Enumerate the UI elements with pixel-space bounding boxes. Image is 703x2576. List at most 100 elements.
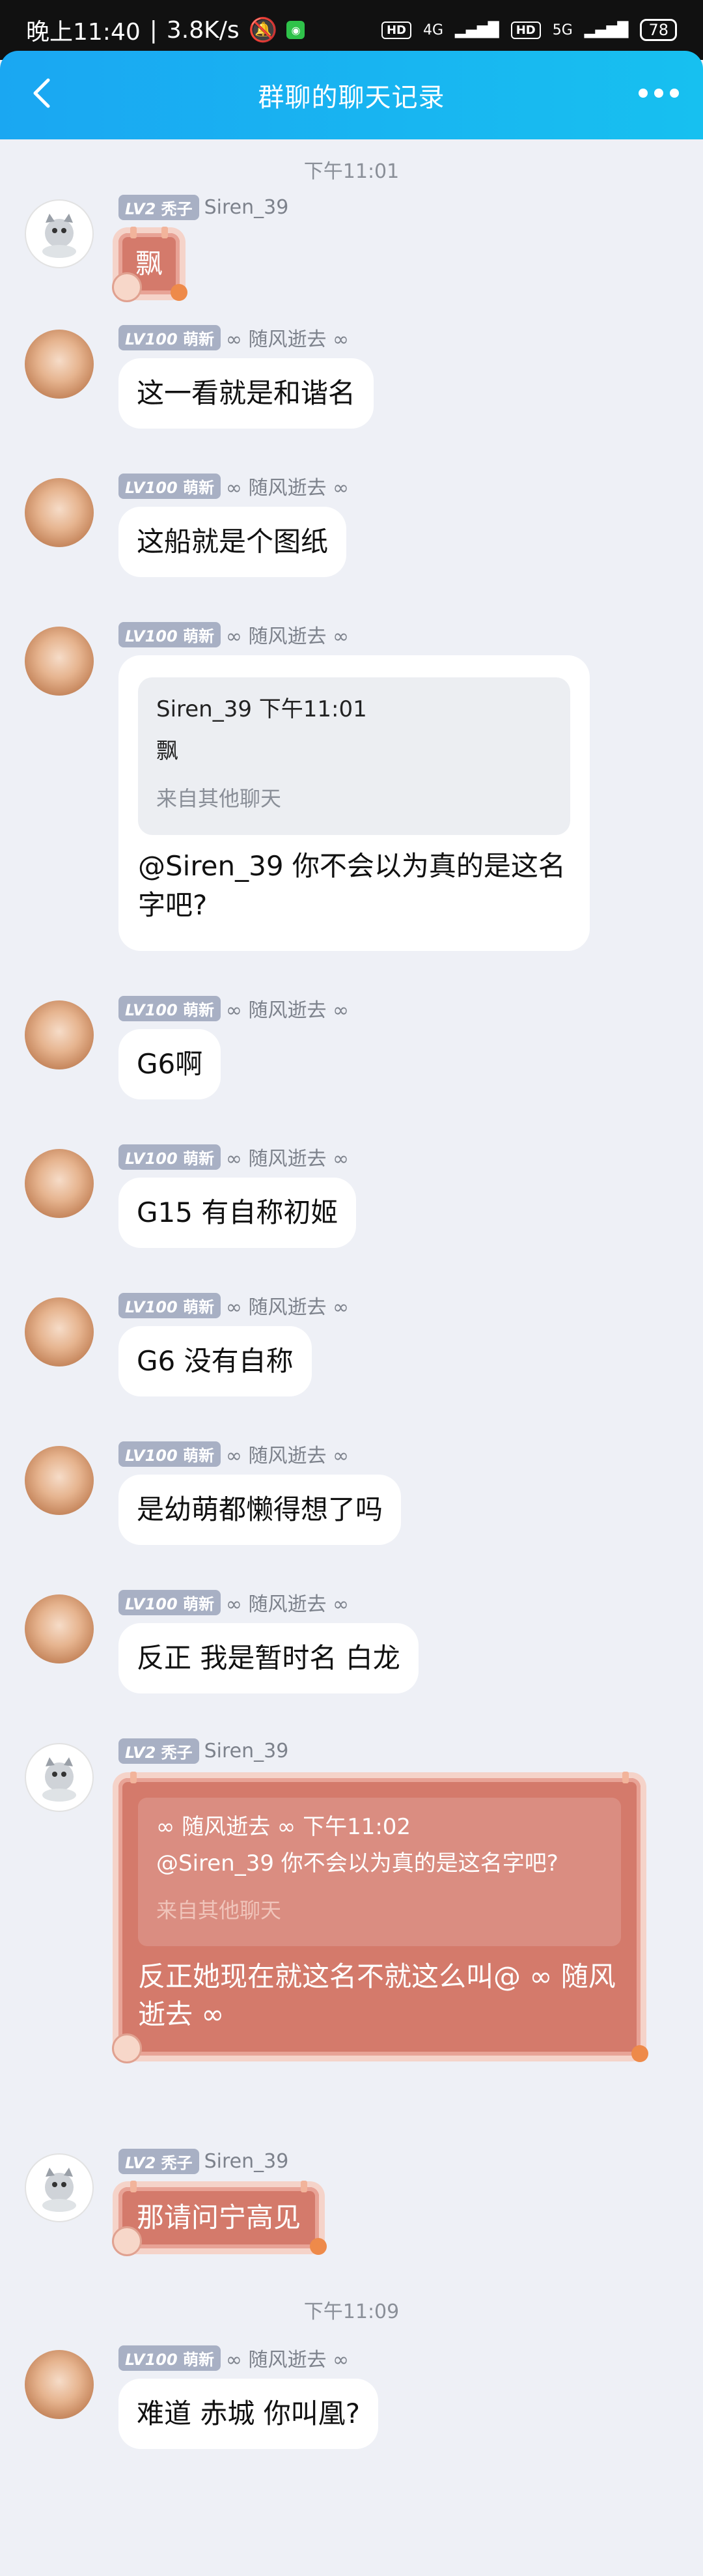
message-bubble[interactable]: 飘 bbox=[112, 227, 188, 302]
message-meta: LV2 秃子 Siren_39 bbox=[118, 2148, 651, 2174]
avatar[interactable] bbox=[25, 1149, 94, 1218]
message-bubble[interactable]: G15 有自称初姬 bbox=[118, 1178, 357, 1248]
level-badge: LV100 萌新 bbox=[118, 1144, 221, 1170]
nickname: ∞ 随风逝去 ∞ bbox=[226, 328, 350, 351]
mute-icon: 🔕 bbox=[248, 17, 278, 44]
message-meta: LV2 秃子 Siren_39 bbox=[118, 194, 651, 220]
message: LV100 萌新 ∞ 随风逝去 ∞ 难道 赤城 你叫凰? bbox=[0, 2345, 703, 2493]
message: LV100 萌新 ∞ 随风逝去 ∞ Siren_39 下午11:01 飘 来自其… bbox=[0, 621, 703, 995]
message-meta: LV100 萌新 ∞ 随风逝去 ∞ bbox=[118, 1441, 651, 1467]
page-title: 群聊的聊天记录 bbox=[258, 83, 445, 113]
message: LV2 秃子 Siren_39 那请问宁高见 bbox=[0, 2148, 703, 2293]
quote-text: @Siren_39 你不会以为真的是这名字吧? bbox=[156, 1850, 558, 1876]
level-badge: LV100 萌新 bbox=[118, 473, 221, 499]
avatar[interactable] bbox=[25, 1594, 94, 1663]
time-separator: 下午11:09 bbox=[303, 2300, 400, 2323]
quote-header: Siren_39 下午11:01 bbox=[156, 696, 367, 722]
nickname: ∞ 随风逝去 ∞ bbox=[226, 1148, 350, 1170]
level-badge: LV100 萌新 bbox=[118, 1292, 221, 1318]
avatar[interactable] bbox=[25, 627, 94, 696]
message-meta: LV100 萌新 ∞ 随风逝去 ∞ bbox=[118, 621, 651, 648]
wechat-icon: ◉ bbox=[286, 21, 305, 39]
message-text: @Siren_39 你不会以为真的是这名字吧? bbox=[138, 850, 566, 921]
level-badge: LV100 萌新 bbox=[118, 1441, 221, 1467]
level-badge: LV2 秃子 bbox=[118, 1738, 199, 1764]
nickname: Siren_39 bbox=[204, 1739, 289, 1762]
cat-avatar bbox=[42, 2168, 76, 2212]
nickname: ∞ 随风逝去 ∞ bbox=[226, 1593, 350, 1616]
message-bubble[interactable]: 这船就是个图纸 bbox=[118, 507, 347, 577]
message-bubble[interactable]: G6 没有自称 bbox=[118, 1326, 312, 1396]
message-meta: LV100 萌新 ∞ 随风逝去 ∞ bbox=[118, 1292, 651, 1319]
message-bubble[interactable]: Siren_39 下午11:01 飘 来自其他聊天 @Siren_39 你不会以… bbox=[118, 655, 590, 951]
avatar[interactable] bbox=[25, 1743, 94, 1812]
message-meta: LV100 萌新 ∞ 随风逝去 ∞ bbox=[118, 473, 651, 500]
message-meta: LV100 萌新 ∞ 随风逝去 ∞ bbox=[118, 2345, 651, 2371]
level-badge: LV2 秃子 bbox=[118, 194, 199, 220]
message-meta: LV100 萌新 ∞ 随风逝去 ∞ bbox=[118, 324, 651, 351]
level-badge: LV100 萌新 bbox=[118, 1589, 221, 1615]
message-meta: LV100 萌新 ∞ 随风逝去 ∞ bbox=[118, 1144, 651, 1170]
message-bubble[interactable]: 难道 赤城 你叫凰? bbox=[118, 2379, 378, 2449]
more-button[interactable] bbox=[633, 77, 685, 109]
back-button[interactable] bbox=[22, 70, 61, 116]
message-bubble[interactable]: 这一看就是和谐名 bbox=[118, 358, 374, 429]
chat-history[interactable]: 下午11:01 LV2 秃子 Siren_39 飘 LV100 萌新 ∞ 随风逝… bbox=[0, 150, 703, 2493]
message: LV100 萌新 ∞ 随风逝去 ∞ 这船就是个图纸 bbox=[0, 473, 703, 621]
message: LV100 萌新 ∞ 随风逝去 ∞ G15 有自称初姬 bbox=[0, 1144, 703, 1292]
quoted-message[interactable]: Siren_39 下午11:01 飘 来自其他聊天 bbox=[138, 677, 570, 835]
signal-icon-1: ▂▄▆█ bbox=[455, 21, 499, 38]
battery-icon: 78 bbox=[640, 19, 677, 41]
avatar[interactable] bbox=[25, 1446, 94, 1515]
avatar[interactable] bbox=[25, 330, 94, 399]
level-badge: LV100 萌新 bbox=[118, 995, 221, 1021]
hd-badge-1: HD bbox=[381, 21, 411, 39]
message: LV100 萌新 ∞ 随风逝去 ∞ G6啊 bbox=[0, 995, 703, 1144]
message: LV100 萌新 ∞ 随风逝去 ∞ 反正 我是暂时名 白龙 bbox=[0, 1589, 703, 1738]
message-text: 反正她现在就这名不就这么叫@ ∞ 随风逝去 ∞ bbox=[138, 1960, 616, 2030]
message-bubble[interactable]: ∞ 随风逝去 ∞ 下午11:02 @Siren_39 你不会以为真的是这名字吧?… bbox=[112, 1772, 648, 2063]
level-badge: LV100 萌新 bbox=[118, 621, 221, 647]
avatar[interactable] bbox=[25, 1297, 94, 1366]
more-icon bbox=[639, 89, 648, 98]
back-icon bbox=[33, 78, 50, 108]
level-badge: LV100 萌新 bbox=[118, 324, 221, 350]
time-separator: 下午11:01 bbox=[303, 160, 400, 183]
nickname: ∞ 随风逝去 ∞ bbox=[226, 1296, 350, 1319]
nickname: ∞ 随风逝去 ∞ bbox=[226, 625, 350, 648]
message-meta: LV100 萌新 ∞ 随风逝去 ∞ bbox=[118, 995, 651, 1022]
network-2: 5G bbox=[552, 21, 573, 38]
nickname: ∞ 随风逝去 ∞ bbox=[226, 1445, 350, 1467]
message-bubble[interactable]: 反正 我是暂时名 白龙 bbox=[118, 1623, 419, 1693]
message: LV2 秃子 Siren_39 飘 bbox=[0, 194, 703, 324]
message: LV100 萌新 ∞ 随风逝去 ∞ 是幼萌都懒得想了吗 bbox=[0, 1441, 703, 1589]
level-badge: LV2 秃子 bbox=[118, 2148, 199, 2174]
message: LV100 萌新 ∞ 随风逝去 ∞ 这一看就是和谐名 bbox=[0, 324, 703, 473]
avatar[interactable] bbox=[25, 2153, 94, 2222]
nickname: ∞ 随风逝去 ∞ bbox=[226, 999, 350, 1022]
avatar[interactable] bbox=[25, 2350, 94, 2419]
status-time: 晚上11:40 bbox=[26, 19, 141, 46]
nickname: ∞ 随风逝去 ∞ bbox=[226, 2349, 350, 2371]
level-badge: LV100 萌新 bbox=[118, 2345, 221, 2371]
avatar[interactable] bbox=[25, 478, 94, 547]
cat-avatar bbox=[42, 214, 76, 258]
message-bubble[interactable]: 那请问宁高见 bbox=[112, 2181, 327, 2256]
message-meta: LV100 萌新 ∞ 随风逝去 ∞ bbox=[118, 1589, 651, 1616]
message-bubble[interactable]: G6啊 bbox=[118, 1029, 221, 1099]
avatar[interactable] bbox=[25, 1000, 94, 1069]
nickname: ∞ 随风逝去 ∞ bbox=[226, 477, 350, 500]
message: LV2 秃子 Siren_39 ∞ 随风逝去 ∞ 下午11:02 @Siren_… bbox=[0, 1738, 703, 2148]
nickname: Siren_39 bbox=[204, 195, 289, 219]
signal-icon-2: ▂▄▆█ bbox=[584, 21, 629, 38]
quoted-message[interactable]: ∞ 随风逝去 ∞ 下午11:02 @Siren_39 你不会以为真的是这名字吧?… bbox=[138, 1798, 621, 1946]
network-1: 4G bbox=[422, 21, 444, 38]
status-left: 晚上11:40 | 3.8K/s 🔕 ◉ bbox=[26, 13, 305, 47]
message-bubble[interactable]: 是幼萌都懒得想了吗 bbox=[118, 1475, 402, 1545]
avatar[interactable] bbox=[25, 199, 94, 268]
cat-avatar bbox=[42, 1757, 76, 1802]
nickname: Siren_39 bbox=[204, 2149, 289, 2173]
quote-source: 来自其他聊天 bbox=[156, 786, 282, 811]
quote-text: 飘 bbox=[156, 738, 178, 764]
quote-header: ∞ 随风逝去 ∞ 下午11:02 bbox=[156, 1814, 411, 1840]
